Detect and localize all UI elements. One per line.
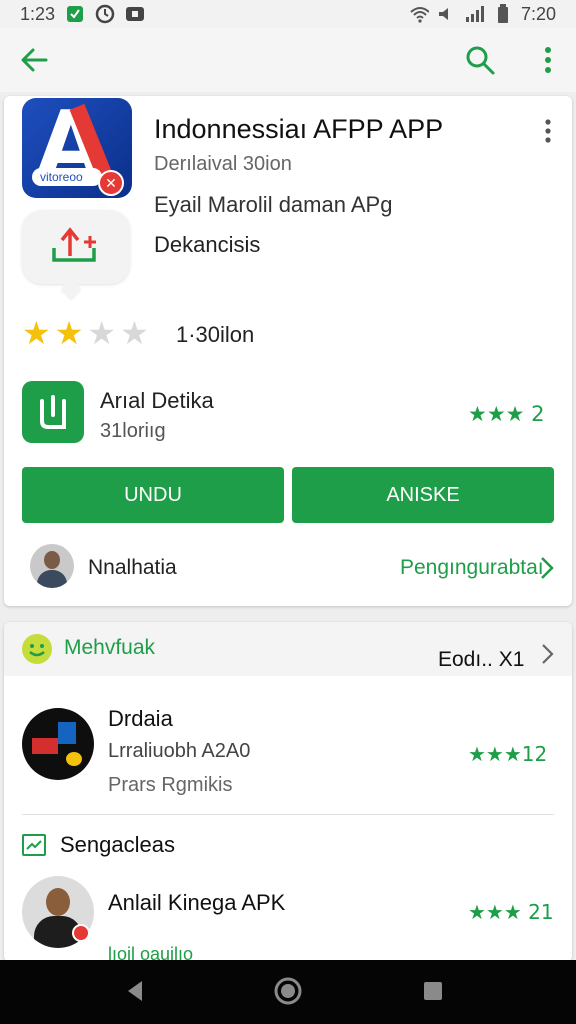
share-bubble[interactable] — [22, 210, 130, 284]
icon-block-yellow — [66, 752, 82, 766]
app-title: Indonnessiaı AFPP APP — [154, 114, 444, 144]
app-details-card: A vitoreoo ✕ Indonnessiaı AFPP APP Derıl… — [4, 96, 572, 606]
related-app-icon[interactable] — [22, 708, 94, 780]
status-bar: 1:23 7:20 — [0, 0, 576, 28]
trending-icon — [22, 834, 46, 856]
notification-clock-icon — [95, 4, 115, 24]
related-app-subtitle: Lrraliuobh A2A0 — [108, 740, 251, 762]
user-avatar[interactable] — [30, 544, 74, 588]
developer-subtitle: 31loriıg — [100, 420, 166, 442]
signal-icon — [465, 4, 485, 24]
related-app-meta: Prars Rgmikis — [108, 774, 233, 796]
back-arrow-icon[interactable] — [16, 42, 52, 78]
icon-block-blue — [58, 722, 76, 744]
developer-rating: ★★★ 2 — [468, 402, 545, 426]
app-logo-band: vitoreoo — [32, 168, 102, 186]
section-title: Mehvfuak — [64, 636, 156, 659]
avatar-head — [44, 551, 60, 569]
avatar-body — [37, 570, 67, 588]
section-more-link[interactable]: Eodı.. X1 — [438, 648, 524, 672]
app-logo-badge-icon: ✕ — [98, 170, 124, 196]
chevron-right-icon[interactable] — [538, 554, 556, 582]
icon-block-red — [32, 738, 58, 754]
rating-stars: ★ ★ ★ ★ — [22, 316, 149, 350]
app-bar — [0, 28, 576, 92]
search-icon[interactable] — [462, 42, 498, 78]
related-app-name[interactable]: Anlail Kinega APK — [108, 890, 285, 916]
app-description: Eyail Marolil daman APg — [154, 192, 393, 217]
section-header[interactable]: Mehvfuak Eodı.. X1 — [4, 622, 572, 676]
battery-icon — [493, 4, 513, 24]
badge-icon — [72, 924, 90, 942]
avatar-head — [46, 888, 70, 916]
system-nav-bar — [0, 960, 576, 1024]
app-category: Dekancisis — [154, 232, 261, 257]
user-name: Nnalhatia — [88, 556, 177, 579]
nav-home-icon[interactable] — [273, 976, 303, 1006]
volume-icon — [437, 4, 457, 24]
title-more-icon[interactable] — [536, 116, 560, 146]
subsection-heading: Sengacleas — [60, 832, 175, 857]
app-logo-icon[interactable]: A vitoreoo ✕ — [22, 98, 132, 198]
status-clock: 7:20 — [520, 3, 556, 24]
review-count: 1·30ilon — [176, 322, 255, 347]
smiley-icon — [22, 634, 52, 664]
secondary-action-button[interactable]: ANISKE — [292, 467, 554, 523]
star-icon: ★ — [120, 314, 149, 352]
notification-app-icon — [65, 4, 85, 24]
chevron-right-icon[interactable] — [540, 642, 556, 666]
divider — [22, 814, 554, 815]
developer-name[interactable]: Arıal Detika — [100, 388, 214, 414]
related-app-name[interactable]: Drdaia — [108, 706, 173, 732]
nav-recents-icon[interactable] — [418, 976, 448, 1006]
more-vert-icon[interactable] — [530, 42, 566, 78]
related-app-rating: ★★★ 21 — [468, 900, 554, 924]
nav-back-icon[interactable] — [120, 976, 150, 1006]
star-icon: ★ — [22, 314, 51, 352]
related-app-rating: ★★★12 — [468, 742, 548, 766]
star-icon: ★ — [87, 314, 117, 352]
install-button[interactable]: UNDU — [22, 467, 284, 523]
developer-icon[interactable] — [22, 381, 84, 443]
wifi-icon — [409, 4, 429, 24]
status-time: 1:23 — [20, 3, 56, 24]
app-subtitle: Derılaival 30ion — [154, 153, 292, 175]
star-icon: ★ — [54, 314, 84, 352]
reviews-link[interactable]: Pengıngurabtaı — [400, 556, 544, 580]
share-upload-icon — [52, 227, 96, 262]
related-apps-card: Mehvfuak Eodı.. X1 Drdaia Lrraliuobh A2A… — [4, 622, 572, 962]
notification-media-icon — [125, 4, 145, 24]
